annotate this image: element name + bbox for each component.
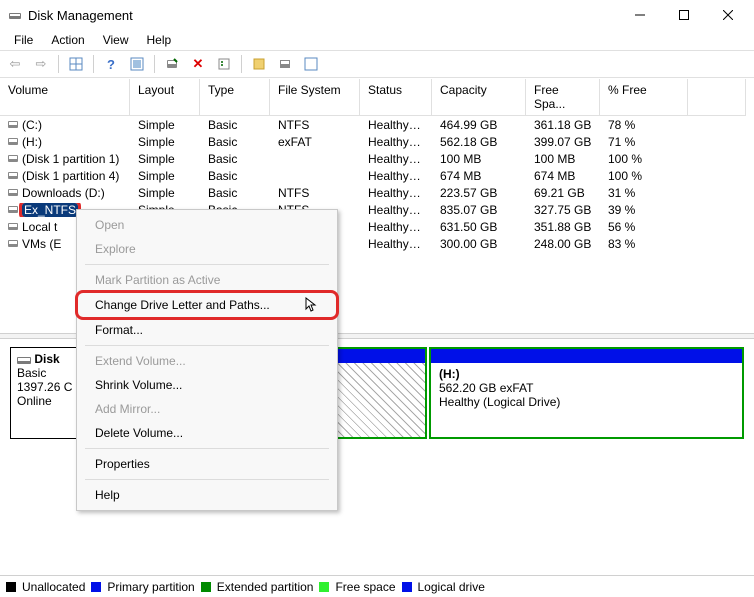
legend-swatch-free: [319, 582, 329, 592]
partition-status: Healthy (Logical Drive): [439, 395, 734, 409]
col-layout[interactable]: Layout: [130, 79, 200, 116]
titlebar: Disk Management: [0, 0, 754, 30]
ctx-shrink[interactable]: Shrink Volume...: [77, 373, 337, 397]
drive-icon: [8, 138, 18, 145]
forward-button[interactable]: ⇨: [30, 53, 52, 75]
ctx-change-drive-letter[interactable]: Change Drive Letter and Paths...: [77, 292, 337, 318]
toolbar-divider: [241, 55, 242, 73]
legend-free: Free space: [335, 580, 395, 594]
partition-h[interactable]: (H:) 562.20 GB exFAT Healthy (Logical Dr…: [429, 347, 744, 439]
properties-icon[interactable]: [213, 53, 235, 75]
disk-label: Disk: [34, 352, 59, 366]
action-icon-1[interactable]: [248, 53, 270, 75]
legend-logical: Logical drive: [418, 580, 485, 594]
action-icon-3[interactable]: [300, 53, 322, 75]
app-icon: [8, 8, 22, 22]
ctx-separator: [85, 448, 329, 449]
ctx-separator: [85, 479, 329, 480]
col-type[interactable]: Type: [200, 79, 270, 116]
drive-icon: [8, 172, 18, 179]
partition-header: [431, 349, 742, 363]
menubar: File Action View Help: [0, 30, 754, 50]
ctx-explore[interactable]: Explore: [77, 237, 337, 261]
col-pctfree[interactable]: % Free: [600, 79, 688, 116]
ctx-mark-active[interactable]: Mark Partition as Active: [77, 268, 337, 292]
ctx-properties[interactable]: Properties: [77, 452, 337, 476]
help-icon[interactable]: ?: [100, 53, 122, 75]
legend-unallocated: Unallocated: [22, 580, 85, 594]
ctx-format[interactable]: Format...: [77, 318, 337, 342]
toolbar: ⇦ ⇨ ? ✕: [0, 50, 754, 78]
ctx-open[interactable]: Open: [77, 213, 337, 237]
ctx-add-mirror[interactable]: Add Mirror...: [77, 397, 337, 421]
col-capacity[interactable]: Capacity: [432, 79, 526, 116]
drive-icon: [8, 206, 18, 213]
ctx-help[interactable]: Help: [77, 483, 337, 507]
cursor-icon: [305, 297, 319, 313]
legend-swatch-primary: [91, 582, 101, 592]
ctx-separator: [85, 264, 329, 265]
legend-swatch-logical: [402, 582, 412, 592]
volume-list-header: Volume Layout Type File System Status Ca…: [0, 79, 754, 116]
maximize-button[interactable]: [662, 1, 706, 29]
ctx-change-drive-letter-label: Change Drive Letter and Paths...: [95, 298, 270, 312]
volume-row[interactable]: (H:)SimpleBasicexFATHealthy (L...562.18 …: [0, 133, 754, 150]
col-spare: [688, 79, 746, 116]
menu-file[interactable]: File: [6, 31, 41, 49]
legend-primary: Primary partition: [107, 580, 194, 594]
volume-row[interactable]: (C:)SimpleBasicNTFSHealthy (B...464.99 G…: [0, 116, 754, 133]
volume-row[interactable]: (Disk 1 partition 1)SimpleBasicHealthy (…: [0, 150, 754, 167]
legend-extended: Extended partition: [217, 580, 314, 594]
legend-swatch-unallocated: [6, 582, 16, 592]
close-button[interactable]: [706, 1, 750, 29]
menu-view[interactable]: View: [95, 31, 137, 49]
drive-icon: [8, 189, 18, 196]
drive-icon: [8, 155, 18, 162]
ctx-extend[interactable]: Extend Volume...: [77, 349, 337, 373]
partition-letter: (H:): [439, 367, 734, 381]
legend-swatch-extended: [201, 582, 211, 592]
col-status[interactable]: Status: [360, 79, 432, 116]
delete-icon[interactable]: ✕: [187, 53, 209, 75]
context-menu: Open Explore Mark Partition as Active Ch…: [76, 209, 338, 511]
legend: Unallocated Primary partition Extended p…: [0, 575, 754, 597]
toolbar-divider: [93, 55, 94, 73]
action-icon-2[interactable]: [274, 53, 296, 75]
ctx-separator: [85, 345, 329, 346]
partition-info: 562.20 GB exFAT: [439, 381, 734, 395]
partition-body: (H:) 562.20 GB exFAT Healthy (Logical Dr…: [431, 363, 742, 413]
toolbar-divider: [154, 55, 155, 73]
drive-icon: [8, 121, 18, 128]
drive-icon: [8, 223, 18, 230]
window-title: Disk Management: [28, 8, 618, 23]
volume-row[interactable]: Downloads (D:)SimpleBasicNTFSHealthy (B.…: [0, 184, 754, 201]
drive-icon: [8, 240, 18, 247]
toolbar-divider: [58, 55, 59, 73]
refresh-icon[interactable]: [161, 53, 183, 75]
toolbar-grid-icon[interactable]: [65, 53, 87, 75]
menu-action[interactable]: Action: [43, 31, 92, 49]
menu-help[interactable]: Help: [139, 31, 180, 49]
minimize-button[interactable]: [618, 1, 662, 29]
volume-row[interactable]: (Disk 1 partition 4)SimpleBasicHealthy (…: [0, 167, 754, 184]
col-filesystem[interactable]: File System: [270, 79, 360, 116]
ctx-delete[interactable]: Delete Volume...: [77, 421, 337, 445]
settings-icon[interactable]: [126, 53, 148, 75]
col-free[interactable]: Free Spa...: [526, 79, 600, 116]
back-button[interactable]: ⇦: [4, 53, 26, 75]
col-volume[interactable]: Volume: [0, 79, 130, 116]
